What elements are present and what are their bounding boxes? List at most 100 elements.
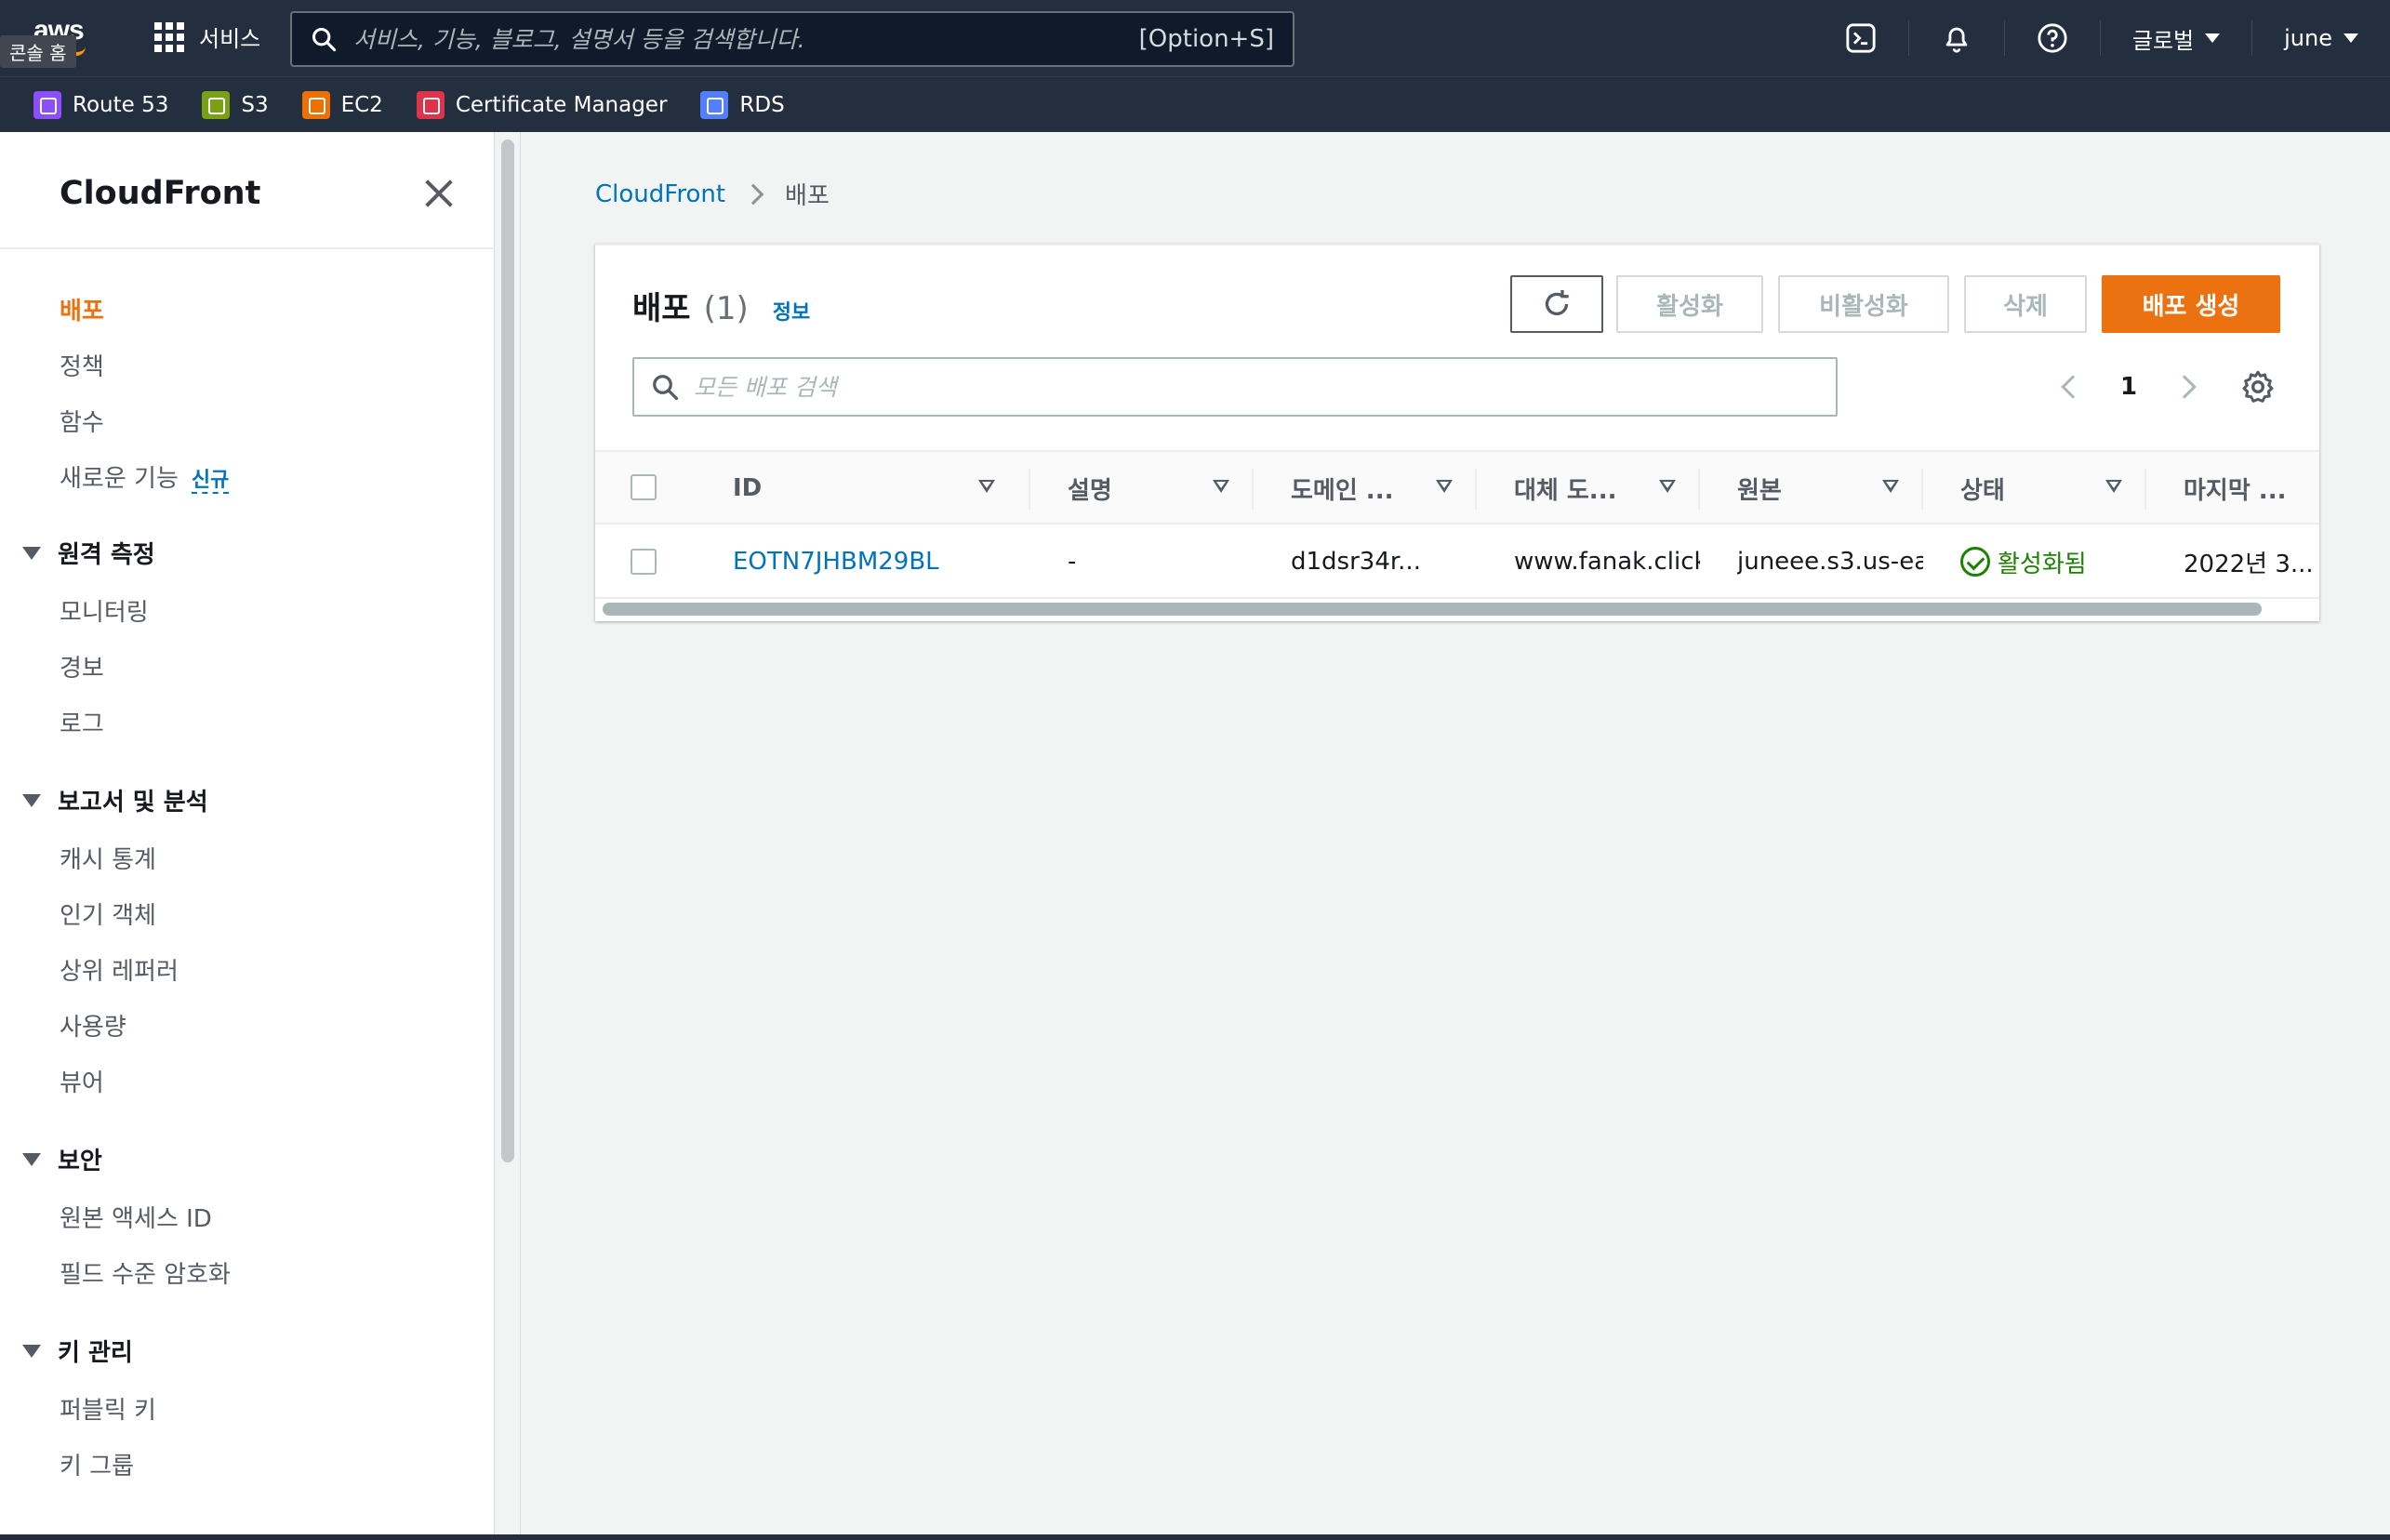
- rds-icon: [700, 90, 729, 119]
- services-menu-button[interactable]: 서비스: [154, 20, 260, 53]
- section-title: 보고서 및 분석: [58, 789, 208, 816]
- distribution-filter-input[interactable]: [694, 373, 1819, 401]
- caret-down-icon: [22, 793, 41, 807]
- refresh-button[interactable]: [1510, 275, 1603, 333]
- breadcrumb-cloudfront-link[interactable]: CloudFront: [595, 180, 725, 208]
- sidebar-item-functions[interactable]: 함수: [60, 404, 104, 438]
- bell-icon: [1945, 27, 1968, 53]
- favorite-certificate-manager[interactable]: Certificate Manager: [416, 90, 668, 119]
- account-label: june: [2284, 25, 2332, 51]
- distribution-filter: [632, 357, 1838, 417]
- cell-domain: d1dsr34r...: [1291, 548, 1421, 576]
- chevron-left-icon[interactable]: [2061, 375, 2085, 399]
- sidebar-title[interactable]: CloudFront: [60, 175, 260, 212]
- notifications-button[interactable]: [1909, 0, 2004, 76]
- sidebar-item-viewers[interactable]: 뷰어: [60, 1064, 104, 1098]
- column-label: 상태: [1960, 476, 2005, 505]
- help-icon: [2038, 23, 2067, 53]
- sort-icon: [1659, 480, 1676, 493]
- sidebar-section-security[interactable]: 보안: [22, 1142, 102, 1176]
- column-header-alternate-domain[interactable]: 대체 도...: [1514, 452, 1700, 524]
- sidebar-item-key-groups[interactable]: 키 그룹: [60, 1447, 134, 1481]
- row-select-checkbox[interactable]: [631, 549, 657, 575]
- sidebar-section-telemetry[interactable]: 원격 측정: [22, 536, 155, 570]
- ec2-icon: [301, 90, 330, 119]
- delete-button[interactable]: 삭제: [1964, 275, 2087, 333]
- distribution-count: (1): [703, 290, 749, 327]
- sort-icon: [1213, 480, 1229, 493]
- table-preferences-button[interactable]: [2239, 368, 2277, 405]
- sidebar-item-origin-access-identity[interactable]: 원본 액세스 ID: [60, 1200, 212, 1234]
- section-title: 보안: [58, 1148, 102, 1175]
- certificate-manager-icon: [416, 90, 445, 119]
- caret-down-icon: [2344, 33, 2358, 43]
- panel-header: 배포 (1) 정보: [632, 283, 810, 328]
- sidebar-item-popular-objects[interactable]: 인기 객체: [60, 896, 156, 931]
- sidebar-section-key-management[interactable]: 키 관리: [22, 1334, 133, 1368]
- favorite-s3[interactable]: S3: [202, 90, 269, 119]
- grid-icon: [154, 21, 184, 52]
- search-shortcut-hint: [Option+S]: [1138, 25, 1274, 53]
- distributions-panel: 배포 (1) 정보 활성화 비활성화 삭제 배포 생성 1 ID 설명 도메: [595, 244, 2319, 621]
- info-link[interactable]: 정보: [773, 296, 810, 325]
- favorites-bar: Route 53 S3 EC2 Certificate Manager RDS: [0, 76, 2390, 132]
- disable-button[interactable]: 비활성화: [1778, 275, 1949, 333]
- sidebar-item-alarms[interactable]: 경보: [60, 649, 104, 684]
- sidebar-item-usage[interactable]: 사용량: [60, 1008, 126, 1042]
- favorite-label: Certificate Manager: [455, 92, 668, 117]
- chevron-right-icon[interactable]: [2172, 375, 2197, 399]
- distribution-id-link[interactable]: EOTN7JHBM29BL: [733, 548, 939, 576]
- page-number[interactable]: 1: [2120, 373, 2137, 401]
- favorite-ec2[interactable]: EC2: [301, 90, 383, 119]
- sidebar-item-monitoring[interactable]: 모니터링: [60, 593, 149, 628]
- sidebar-item-public-keys[interactable]: 퍼블릭 키: [60, 1391, 156, 1426]
- sort-icon: [2105, 480, 2122, 493]
- create-distribution-button[interactable]: 배포 생성: [2102, 275, 2280, 333]
- column-header-description[interactable]: 설명: [1068, 452, 1254, 524]
- column-header-status[interactable]: 상태: [1960, 452, 2146, 524]
- account-menu[interactable]: june: [2252, 0, 2390, 76]
- top-navigation: aws 콘솔 홈 서비스 [Option+S] 글로벌 june: [0, 0, 2390, 76]
- column-header-origin[interactable]: 원본: [1737, 452, 1923, 524]
- favorite-rds[interactable]: RDS: [700, 90, 785, 119]
- favorite-route53[interactable]: Route 53: [33, 90, 168, 119]
- cell-origin: juneee.s3.us-eas: [1737, 548, 1923, 576]
- region-selector[interactable]: 글로벌: [2101, 0, 2251, 76]
- column-header-last-modified[interactable]: 마지막 ...: [2184, 452, 2319, 524]
- sort-icon: [978, 480, 995, 493]
- sidebar-item-field-level-encryption[interactable]: 필드 수준 암호화: [60, 1255, 231, 1290]
- sidebar-item-cache-statistics[interactable]: 캐시 통계: [60, 841, 156, 875]
- top-right-controls: 글로벌 june: [1813, 0, 2390, 76]
- sidebar-section-reports[interactable]: 보고서 및 분석: [22, 783, 208, 817]
- sidebar-item-policies[interactable]: 정책: [60, 348, 104, 382]
- help-button[interactable]: [2005, 0, 2100, 76]
- enable-button[interactable]: 활성화: [1616, 275, 1763, 333]
- close-sidebar-button[interactable]: [420, 175, 458, 212]
- search-icon: [312, 27, 337, 52]
- global-search-input[interactable]: [353, 25, 1139, 53]
- table-header: ID 설명 도메인 ... 대체 도... 원본 상태 마지막 ...: [595, 450, 2319, 524]
- sidebar-item-top-referrers[interactable]: 상위 레퍼러: [60, 952, 179, 987]
- region-label: 글로벌: [2131, 27, 2195, 54]
- column-header-id[interactable]: ID: [733, 452, 1012, 524]
- refresh-icon: [1545, 290, 1569, 316]
- cell-description: -: [1068, 548, 1077, 576]
- cell-status: 활성화됨: [1960, 524, 2165, 599]
- caret-down-icon: [22, 546, 41, 560]
- sidebar-item-whats-new[interactable]: 새로운 기능 신규: [60, 459, 230, 494]
- section-title: 원격 측정: [58, 541, 155, 569]
- select-all-checkbox[interactable]: [631, 474, 657, 500]
- favorite-label: EC2: [340, 92, 383, 117]
- sort-icon: [1436, 480, 1453, 493]
- close-icon: [425, 179, 453, 207]
- table-horizontal-scrollbar[interactable]: [603, 603, 2262, 616]
- column-header-domain[interactable]: 도메인 ...: [1291, 452, 1477, 524]
- sidebar-scrollbar-thumb[interactable]: [501, 139, 514, 1162]
- column-label: 대체 도...: [1514, 476, 1617, 505]
- sidebar-item-distributions[interactable]: 배포: [60, 292, 104, 326]
- column-label: 설명: [1068, 476, 1112, 505]
- sidebar-item-logs[interactable]: 로그: [60, 705, 104, 739]
- favorite-label: S3: [241, 92, 269, 117]
- cloudshell-button[interactable]: [1813, 0, 1908, 76]
- caret-down-icon: [2205, 33, 2221, 43]
